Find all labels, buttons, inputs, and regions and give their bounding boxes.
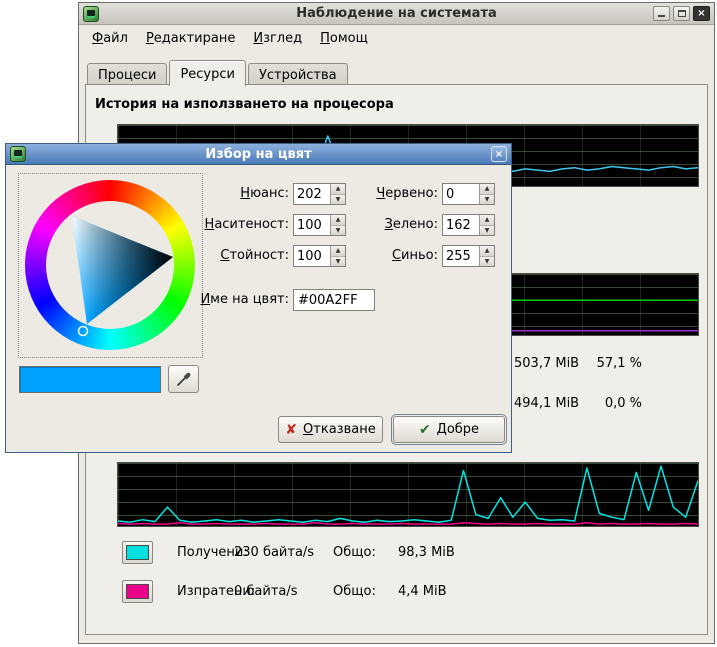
dialog-titlebar[interactable]: Избор на цвят × <box>6 144 511 165</box>
cancel-button-label: Отказване <box>303 422 376 437</box>
menu-file[interactable]: Файл <box>85 28 135 49</box>
green-label: Зелено: <box>336 214 438 236</box>
received-color-swatch <box>126 545 149 560</box>
value-label: Стойност: <box>176 245 289 267</box>
menu-edit[interactable]: Редактиране <box>139 28 242 49</box>
sent-total-label: Общо: <box>333 580 376 603</box>
red-up-arrow[interactable]: ▲ <box>480 184 494 194</box>
memory-amount: 503,7 MiB <box>514 356 579 372</box>
green-spin-arrows: ▲▼ <box>479 215 494 235</box>
blue-input[interactable] <box>443 246 479 266</box>
dialog-app-icon <box>10 146 26 162</box>
menubar: Файл Редактиране Изглед Помощ <box>79 25 714 51</box>
system-monitor-app-icon <box>83 6 99 22</box>
minimize-button[interactable] <box>653 6 670 21</box>
received-total: 98,3 MiB <box>398 541 455 564</box>
main-titlebar[interactable]: Наблюдение на системата × <box>79 3 714 25</box>
color-name-input[interactable] <box>293 289 375 311</box>
hue-input[interactable] <box>294 184 330 204</box>
sent-rate: 0 байта/s <box>234 580 298 603</box>
ok-button[interactable]: ✔ Добре <box>393 416 505 443</box>
blue-spin-arrows: ▲▼ <box>479 246 494 266</box>
eyedropper-button[interactable] <box>168 365 199 393</box>
received-color-button[interactable] <box>122 541 153 564</box>
blue-label: Синьо: <box>336 245 438 267</box>
tab-devices[interactable]: Устройства <box>248 63 348 86</box>
window-title: Наблюдение на системата <box>79 6 714 21</box>
menu-help[interactable]: Помощ <box>313 28 375 49</box>
notebook-tabs: Процеси Ресурси Устройства <box>85 59 708 85</box>
tab-resources[interactable]: Ресурси <box>169 60 246 86</box>
cancel-button[interactable]: ✘ Отказване <box>278 416 383 443</box>
green-up-arrow[interactable]: ▲ <box>480 215 494 225</box>
value-input[interactable] <box>294 246 330 266</box>
red-down-arrow[interactable]: ▼ <box>480 194 494 205</box>
red-spin-arrows: ▲▼ <box>479 184 494 204</box>
received-legend-row: Получени: 230 байта/s Общо: 98,3 MiB <box>122 541 542 564</box>
ok-button-label: Добре <box>437 422 479 437</box>
network-graph-plot <box>118 463 698 526</box>
green-spinbox[interactable]: ▲▼ <box>442 214 495 236</box>
color-preview <box>19 366 161 393</box>
close-button[interactable]: × <box>693 6 710 21</box>
red-label: Червено: <box>336 183 438 205</box>
received-rate: 230 байта/s <box>234 541 314 564</box>
blue-down-arrow[interactable]: ▼ <box>480 256 494 267</box>
blue-up-arrow[interactable]: ▲ <box>480 246 494 256</box>
sent-legend-row: Изпратени: 0 байта/s Общо: 4,4 MiB <box>122 580 542 603</box>
swap-percent: 0,0 % <box>594 396 642 412</box>
blue-spinbox[interactable]: ▲▼ <box>442 245 495 267</box>
memory-percent: 57,1 % <box>594 356 642 372</box>
window-controls: × <box>653 6 710 21</box>
app-icon-screen <box>87 10 95 18</box>
sent-color-swatch <box>126 584 149 599</box>
red-input[interactable] <box>443 184 479 204</box>
ok-check-icon: ✔ <box>419 423 431 437</box>
cancel-x-icon: ✘ <box>285 423 297 437</box>
saturation-input[interactable] <box>294 215 330 235</box>
dialog-title: Избор на цвят <box>6 147 511 162</box>
saturation-label: Наситеност: <box>176 214 289 236</box>
red-spinbox[interactable]: ▲▼ <box>442 183 495 205</box>
menu-view[interactable]: Изглед <box>246 28 309 49</box>
swap-amount: 494,1 MiB <box>514 396 579 412</box>
tab-processes[interactable]: Процеси <box>87 63 167 86</box>
cpu-history-heading: История на използването на процесора <box>95 97 394 112</box>
received-total-label: Общо: <box>333 541 376 564</box>
hsv-triangle-black-shade <box>72 216 173 324</box>
dialog-app-icon-screen <box>14 150 22 158</box>
color-selection-marker[interactable] <box>79 327 88 336</box>
maximize-button[interactable] <box>673 6 690 21</box>
green-input[interactable] <box>443 215 479 235</box>
color-name-label: Име на цвят: <box>176 289 289 311</box>
color-picker-dialog: Избор на цвят × Нюанс: ▲▼ Наситеност: <box>5 143 512 453</box>
minimize-icon <box>658 15 665 17</box>
sent-total: 4,4 MiB <box>398 580 447 603</box>
dialog-close-button[interactable]: × <box>491 146 507 162</box>
hue-label: Нюанс: <box>176 183 289 205</box>
green-down-arrow[interactable]: ▼ <box>480 225 494 236</box>
maximize-icon <box>678 10 686 17</box>
eyedropper-icon <box>175 370 193 388</box>
network-history-graph <box>117 462 699 527</box>
sent-color-button[interactable] <box>122 580 153 603</box>
